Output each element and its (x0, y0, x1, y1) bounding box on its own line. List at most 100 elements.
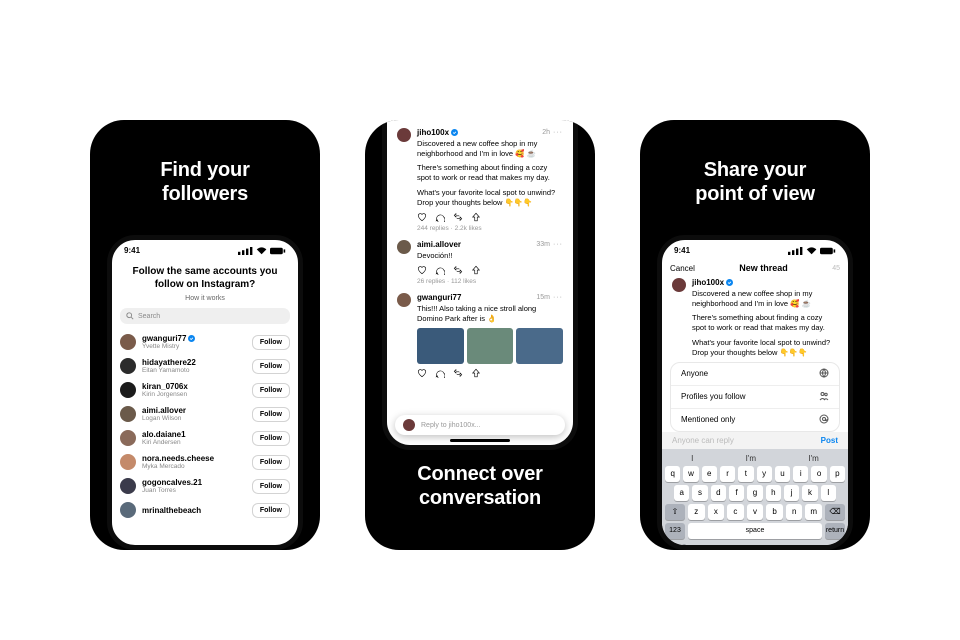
verified-icon (451, 129, 458, 136)
reply-icon[interactable] (435, 368, 445, 378)
reply-option[interactable]: Profiles you follow (671, 385, 839, 408)
like-icon[interactable] (417, 212, 427, 222)
key[interactable]: p (830, 466, 845, 482)
follow-button[interactable]: Follow (252, 335, 290, 350)
key[interactable]: t (738, 466, 753, 482)
fullname: Yvette Mistry (142, 343, 246, 350)
emoji-icon[interactable] (679, 544, 689, 550)
key[interactable]: n (786, 504, 803, 520)
compose-area[interactable]: jiho100x Discovered a new coffee shop in… (662, 278, 848, 358)
home-indicator (450, 439, 510, 442)
key[interactable]: space (688, 523, 822, 539)
key[interactable]: return (825, 523, 845, 539)
reply-input[interactable]: Reply to jiho100x... (395, 415, 565, 435)
suggestion[interactable]: I (691, 454, 693, 463)
account-row[interactable]: aimi.alloverLogan WilsonFollow (120, 402, 290, 426)
key[interactable]: h (766, 485, 781, 501)
share-icon[interactable] (471, 368, 481, 378)
key[interactable]: 123 (665, 523, 685, 539)
reply-scope[interactable]: Anyone can reply (672, 436, 734, 445)
key[interactable]: e (702, 466, 717, 482)
how-it-works-link[interactable]: How it works (112, 295, 298, 302)
key[interactable]: m (805, 504, 822, 520)
suggestion[interactable]: I'm (808, 454, 818, 463)
reply-option[interactable]: Anyone (671, 363, 839, 385)
follow-button[interactable]: Follow (252, 503, 290, 518)
key[interactable]: s (692, 485, 707, 501)
account-row[interactable]: hidayathere22Eitan YamamotoFollow (120, 354, 290, 378)
like-icon[interactable] (417, 265, 427, 275)
key[interactable]: q (665, 466, 680, 482)
share-icon[interactable] (471, 265, 481, 275)
key[interactable]: y (757, 466, 772, 482)
post[interactable]: jiho100x 2h ···Discovered a new coffee s… (397, 128, 563, 232)
avatar (120, 358, 136, 374)
reply-icon[interactable] (435, 212, 445, 222)
key[interactable]: v (747, 504, 764, 520)
post-images[interactable] (417, 328, 563, 364)
people-icon (819, 391, 829, 401)
key[interactable]: ⇧ (665, 504, 685, 520)
key[interactable]: o (811, 466, 826, 482)
post-button[interactable]: Post (821, 436, 838, 445)
key[interactable]: d (711, 485, 726, 501)
post-user[interactable]: aimi.allover (417, 240, 461, 249)
key[interactable]: g (747, 485, 762, 501)
suggestion[interactable]: I'm (746, 454, 756, 463)
more-icon[interactable]: ··· (553, 241, 563, 248)
avatar (120, 334, 136, 350)
reply-option[interactable]: Mentioned only (671, 408, 839, 431)
key[interactable]: z (688, 504, 705, 520)
account-row[interactable]: gwanguri77 Yvette Mistry Follow (120, 330, 290, 354)
more-icon[interactable]: ··· (553, 129, 563, 136)
cancel-button[interactable]: Cancel (670, 264, 695, 273)
username: hidayathere22 (142, 358, 246, 367)
follow-button[interactable]: Follow (252, 407, 290, 422)
key[interactable]: f (729, 485, 744, 501)
account-row[interactable]: mrinalthebeachFollow (120, 498, 290, 522)
key[interactable]: k (802, 485, 817, 501)
key[interactable]: b (766, 504, 783, 520)
like-icon[interactable] (417, 368, 427, 378)
account-row[interactable]: kiran_0706xKirin JorgensenFollow (120, 378, 290, 402)
repost-icon[interactable] (453, 368, 463, 378)
key[interactable]: x (708, 504, 725, 520)
follow-button[interactable]: Follow (252, 359, 290, 374)
share-icon[interactable] (471, 212, 481, 222)
post[interactable]: aimi.allover33m ···Devoción!!26 replies … (397, 240, 563, 285)
repost-icon[interactable] (453, 265, 463, 275)
avatar (672, 278, 686, 292)
search-input[interactable]: Search (120, 308, 290, 324)
panel-find-followers: Find yourfollowers 9:41 Follow the same … (90, 120, 320, 550)
keyboard-suggestions[interactable]: I I'm I'm (665, 452, 845, 466)
more-icon[interactable]: ··· (553, 294, 563, 301)
key[interactable]: u (775, 466, 790, 482)
post-user[interactable]: jiho100x (417, 128, 458, 137)
post[interactable]: gwanguri7715m ···This!!! Also taking a n… (397, 293, 563, 378)
follow-button[interactable]: Follow (252, 431, 290, 446)
key[interactable]: ⌫ (825, 504, 845, 520)
keyboard-bottom (665, 542, 845, 550)
post-user[interactable]: gwanguri77 (417, 293, 461, 302)
key[interactable]: j (784, 485, 799, 501)
key[interactable]: i (793, 466, 808, 482)
key[interactable]: c (727, 504, 744, 520)
account-row[interactable]: gogoncalves.21Juan TorresFollow (120, 474, 290, 498)
account-row[interactable]: nora.needs.cheeseMyka MercadoFollow (120, 450, 290, 474)
reply-row: Anyone can reply Post (662, 432, 848, 449)
account-row[interactable]: alo.daiane1Kiri AndersenFollow (120, 426, 290, 450)
key[interactable]: r (720, 466, 735, 482)
key[interactable]: w (683, 466, 698, 482)
keyboard[interactable]: I I'm I'm qwertyuiop asdfghjkl ⇧zxcvbnm⌫ 1… (662, 449, 848, 550)
repost-icon[interactable] (453, 212, 463, 222)
follow-button[interactable]: Follow (252, 455, 290, 470)
key[interactable]: l (821, 485, 836, 501)
reply-icon[interactable] (435, 265, 445, 275)
status-bar: 9:41 (112, 240, 298, 258)
post-time: 2h ··· (542, 129, 563, 136)
mic-icon[interactable] (821, 544, 831, 550)
follow-button[interactable]: Follow (252, 479, 290, 494)
account-names: gwanguri77 Yvette Mistry (142, 334, 246, 350)
follow-button[interactable]: Follow (252, 383, 290, 398)
key[interactable]: a (674, 485, 689, 501)
